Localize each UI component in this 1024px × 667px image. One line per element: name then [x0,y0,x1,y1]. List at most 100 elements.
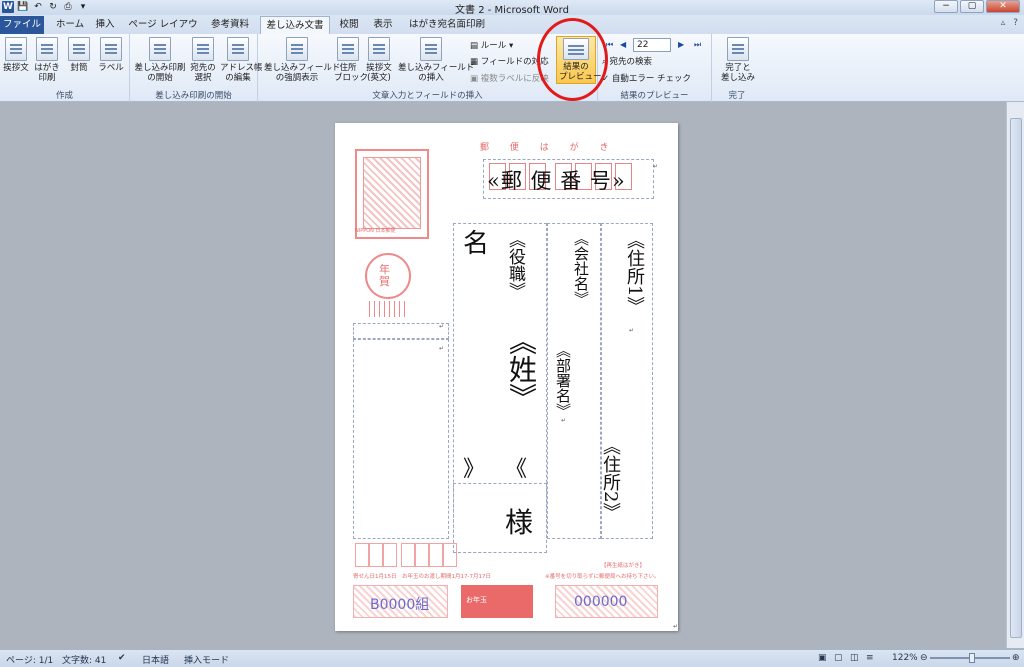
ribbon: 挨拶文 はがき 印刷 封筒 ラベル 作成 差し込み印刷 の開始 宛先の 選択 ア… [0,34,1024,102]
group-create-label: 作成 [55,91,73,101]
bracket-close: 》 [463,457,486,482]
ribbon-collapse-icon[interactable]: ▵ [1001,18,1006,28]
close-button[interactable]: ✕ [986,0,1020,13]
group-finish-label: 完了 [728,91,746,101]
status-zoom-level[interactable]: 122% [892,653,918,663]
group-create: 挨拶文 はがき 印刷 封筒 ラベル 作成 [0,34,130,102]
zoom-out-icon[interactable]: ⊖ [920,653,928,663]
label-icon [100,37,122,61]
lottery-number-box: 000000 [555,585,658,618]
help-icon[interactable]: ? [1013,18,1018,28]
start-mail-merge-button[interactable]: 差し込み印刷 の開始 [134,37,186,83]
tab-view[interactable]: 表示 [368,16,398,34]
highlight-fields-icon [286,37,308,61]
tab-postcard-printing[interactable]: はがき宛名面印刷 [402,16,492,34]
web-layout-view-icon[interactable]: ◫ [850,653,859,663]
paragraph-mark: ↵ [561,417,567,424]
address2-merge-field[interactable]: 《住所2》 [597,437,623,520]
envelope-button[interactable]: 封筒 [66,37,92,73]
greeting-line-icon [368,37,390,61]
lottery-badge: お年玉 [461,585,533,618]
zip-merge-field[interactable]: «郵 便 番 号» [487,165,626,195]
full-screen-view-icon[interactable]: ▢ [834,653,843,663]
envelope-icon [68,37,90,61]
outline-view-icon[interactable]: ≡ [866,653,874,663]
paragraph-mark: ↵ [653,163,659,170]
minimize-button[interactable]: − [934,0,958,13]
department-merge-field[interactable]: 《部署名》 [553,343,574,418]
update-labels-button[interactable]: ▣ 複数ラベルに反映 [470,72,549,84]
zoom-in-icon[interactable]: ⊕ [1012,653,1020,663]
postcard-icon [36,37,58,61]
status-word-count[interactable]: 文字数: 41 [62,653,106,666]
scrollbar-thumb[interactable] [1010,118,1022,638]
stamp-footer: NIPPON 日本郵便 [355,228,396,234]
paragraph-mark: ↵ [439,345,445,352]
greeting-icon [5,37,27,61]
ribbon-tabs: ファイル ホーム 挿入 ページ レイアウト 参考資料 差し込み文書 校閲 表示 … [0,15,1024,47]
spelling-check-icon[interactable]: ✔ [118,653,126,663]
find-recipient-button[interactable]: ⌕ 宛先の検索 [602,55,652,67]
sender-address-box[interactable] [353,339,449,539]
recipients-icon [192,37,214,61]
maximize-button[interactable]: ▢ [960,0,984,13]
nenga-mark: 年賀 [365,253,411,299]
status-language[interactable]: 日本語 [142,653,169,666]
honorific-text: 様 [505,506,534,539]
finish-merge-button[interactable]: 完了と 差し込み [716,37,760,83]
vertical-scrollbar[interactable] [1006,102,1024,648]
tab-references[interactable]: 参考資料 [204,16,256,34]
group-preview-label: 結果のプレビュー [620,91,689,101]
previous-record-icon[interactable]: ◀ [620,40,626,49]
title-merge-field[interactable]: 《役職》 [503,231,528,299]
window-controls: − ▢ ✕ [934,0,1020,13]
bracket-open: 《 [505,457,528,482]
tab-insert[interactable]: 挿入 [90,16,120,34]
zoom-slider-thumb[interactable] [969,653,975,663]
auto-check-errors-button[interactable]: ✓ 自動エラー チェック [602,72,691,84]
tab-home[interactable]: ホーム [50,16,90,34]
address1-merge-field[interactable]: 《住所1》 [621,231,647,314]
tab-file[interactable]: ファイル [0,16,44,34]
record-number-input[interactable]: 22 [633,38,671,52]
lottery-group-box: B0000組 [353,585,448,618]
highlight-fields-button[interactable]: 差し込みフィールド の強調表示 [264,37,340,83]
next-record-icon[interactable]: ▶ [678,40,684,49]
insert-field-icon [420,37,442,61]
print-layout-view-icon[interactable]: ▣ [818,653,827,663]
company-merge-field[interactable]: 《会社名》 [571,231,592,306]
edit-address-book-button[interactable]: アドレス帳 の編集 [220,37,263,83]
address-block-button[interactable]: 住所 ブロック [334,37,368,83]
ribbon-right-controls: ▵ ? [1001,18,1018,28]
status-page[interactable]: ページ: 1/1 [6,653,53,666]
group-start-merge-label: 差し込み印刷の開始 [155,91,232,101]
last-record-icon[interactable]: ⏭ [694,40,701,50]
name-label: 名 [463,229,490,259]
sender-field-top[interactable] [353,323,449,339]
nenga-lines [369,301,409,317]
status-insert-mode[interactable]: 挿入モード [184,653,229,666]
document-page[interactable]: 郵 便 は が き «郵 便 番 号» NIPPON 日本郵便 年賀 名 《役職… [335,123,678,631]
lottery-info-left: 寄せん日1月15日 お年玉のお渡し期間1月17-7月17日 [353,574,491,580]
group-fields-label: 文章入力とフィールドの挿入 [372,91,483,101]
tab-page-layout[interactable]: ページ レイアウト [124,16,202,47]
paragraph-mark: ↵ [673,623,678,630]
address-book-icon [227,37,249,61]
postcard-print-button[interactable]: はがき 印刷 [33,37,61,83]
paragraph-mark: ↵ [439,323,445,330]
label-button[interactable]: ラベル [97,37,125,73]
insert-merge-field-button[interactable]: 差し込みフィールド の挿入 [398,37,474,83]
lottery-info-right: ※番号を切り取らずに郵便局へお持ち下さい。 [545,574,660,580]
tab-review[interactable]: 校閲 [334,16,364,34]
tab-mailings[interactable]: 差し込み文書 [260,16,330,34]
greeting-button[interactable]: 挨拶文 [2,37,30,73]
first-record-icon[interactable]: ⏮ [606,40,613,50]
rules-button[interactable]: ▤ ルール ▾ [470,39,513,51]
annotation-circle [537,18,608,101]
mail-merge-icon [149,37,171,61]
surname-merge-field[interactable]: 《姓》 [501,327,541,411]
greeting-line-button[interactable]: 挨拶文 (英文) [364,37,394,83]
window-title: 文書 2 - Microsoft Word [455,5,569,16]
select-recipients-button[interactable]: 宛先の 選択 [188,37,218,83]
group-finish: 完了と 差し込み 完了 [712,34,762,102]
